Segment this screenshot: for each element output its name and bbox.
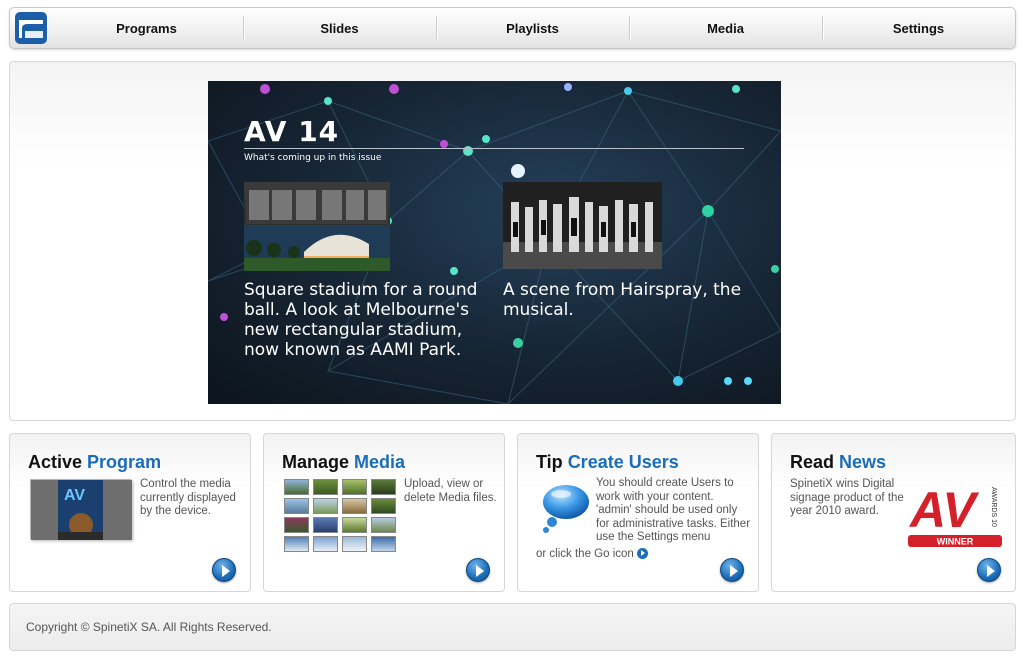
slide-subtitle: What's coming up in this issue xyxy=(244,153,382,163)
svg-text:AV: AV xyxy=(908,482,979,538)
card-manage-media-text: Upload, view or delete Media files. xyxy=(404,478,497,504)
slide-divider xyxy=(244,148,744,149)
svg-text:AV: AV xyxy=(64,487,85,504)
spinetix-logo-icon[interactable] xyxy=(14,11,48,45)
nav-media[interactable]: Media xyxy=(629,8,822,48)
slide-caption-stadium: Square stadium for a round ball. A look … xyxy=(244,280,478,360)
copyright-text: Copyright © SpinetiX SA. All Rights Rese… xyxy=(26,620,272,634)
svg-text:WINNER: WINNER xyxy=(937,537,974,547)
go-button-create-users[interactable] xyxy=(720,558,744,582)
card-active-program-text: Control the media currently displayed by… xyxy=(140,478,236,518)
nav-slides[interactable]: Slides xyxy=(243,8,436,48)
main-navigation-bar: Programs Slides Playlists Media Settings xyxy=(9,7,1016,49)
nav-playlists[interactable]: Playlists xyxy=(436,8,629,48)
preview-panel: AV 14 What's coming up in this issue Squ… xyxy=(9,61,1016,421)
card-tip-title: Tip Create Users xyxy=(536,452,679,472)
inline-go-icon xyxy=(637,548,648,559)
card-read-news-text: SpinetiX wins Digital signage product of… xyxy=(790,478,904,518)
nav-programs[interactable]: Programs xyxy=(50,8,243,48)
card-tip-text: You should create Users to work with you… xyxy=(596,477,751,544)
card-active-program: Active Program AV Control the media curr… xyxy=(9,433,251,592)
speech-bubble-icon xyxy=(543,485,589,533)
media-thumbnail-grid[interactable] xyxy=(284,479,396,552)
hairspray-photo xyxy=(503,182,662,269)
card-manage-media: Manage Media Upload, view or delete Medi… xyxy=(263,433,505,592)
active-program-thumbnail[interactable]: AV xyxy=(30,479,132,540)
card-read-news: Read News SpinetiX wins Digital signage … xyxy=(771,433,1016,592)
slide-title: AV 14 xyxy=(244,115,340,148)
go-button-active-program[interactable] xyxy=(212,558,236,582)
av-awards-winner-logo[interactable]: AV AWARDS 10 WINNER xyxy=(906,481,1006,551)
card-read-news-title: Read News xyxy=(790,452,887,472)
footer: Copyright © SpinetiX SA. All Rights Rese… xyxy=(9,603,1016,651)
card-active-program-title: Active Program xyxy=(28,452,162,472)
go-button-manage-media[interactable] xyxy=(466,558,490,582)
card-manage-media-title: Manage Media xyxy=(282,452,406,472)
slide-preview: AV 14 What's coming up in this issue Squ… xyxy=(208,81,781,404)
nav-settings[interactable]: Settings xyxy=(822,8,1015,48)
svg-text:AWARDS 10: AWARDS 10 xyxy=(990,487,997,527)
go-button-read-news[interactable] xyxy=(977,558,1001,582)
stadium-photo xyxy=(244,182,390,271)
card-tip-create-users: Tip Create Users You should create Users… xyxy=(517,433,759,592)
card-tip-text-tail: or click the Go icon xyxy=(536,548,686,562)
slide-caption-hairspray: A scene from Hairspray, the musical. xyxy=(503,280,742,320)
